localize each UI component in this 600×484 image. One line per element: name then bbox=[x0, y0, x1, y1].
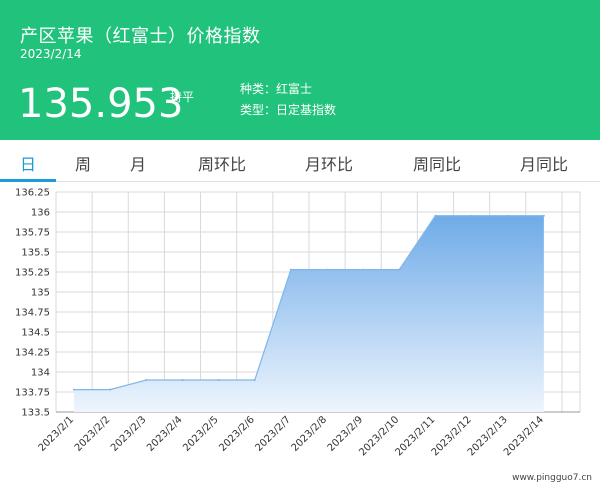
x-tick-label: 2023/2/3 bbox=[109, 414, 149, 454]
data-point bbox=[73, 388, 76, 391]
variety-label: 种类：红富士 bbox=[240, 82, 313, 96]
x-tick-label: 2023/2/7 bbox=[253, 414, 293, 454]
data-point bbox=[289, 268, 292, 271]
x-tick-label: 2023/2/6 bbox=[217, 414, 257, 454]
y-tick-label: 134.75 bbox=[15, 308, 50, 319]
header-banner: 产区苹果（红富士）价格指数 2023/2/14 135.953 持平 种类：红富… bbox=[0, 0, 600, 140]
report-date: 2023/2/14 bbox=[20, 47, 82, 61]
index-type-label: 类型：日定基指数 bbox=[240, 103, 337, 117]
data-point bbox=[470, 214, 473, 217]
y-tick-label: 135.75 bbox=[15, 228, 50, 239]
y-tick-label: 134.5 bbox=[21, 328, 50, 339]
data-point bbox=[326, 268, 329, 271]
data-point bbox=[434, 214, 437, 217]
data-point bbox=[109, 388, 112, 391]
price-value: 135.953 bbox=[18, 81, 184, 127]
data-point bbox=[253, 379, 256, 381]
data-point bbox=[362, 268, 365, 271]
tab-week-yoy[interactable]: 周同比 bbox=[413, 151, 461, 175]
tab-month-yoy[interactable]: 月同比 bbox=[520, 151, 568, 175]
data-point bbox=[181, 379, 184, 381]
y-tick-label: 133.5 bbox=[21, 408, 50, 419]
x-tick-label: 2023/2/4 bbox=[145, 414, 185, 454]
data-point bbox=[506, 214, 509, 217]
y-tick-label: 135.5 bbox=[21, 248, 50, 259]
y-axis: 136.25 136 135.75 135.5 135.25 135 134.75 134.5… bbox=[15, 188, 50, 419]
data-point bbox=[217, 379, 220, 381]
y-tick-label: 133.75 bbox=[15, 388, 50, 399]
watermark: www.pingguo7.cn bbox=[512, 473, 592, 483]
y-tick-label: 136.25 bbox=[15, 188, 50, 199]
x-tick-label: 2023/2/1 bbox=[37, 414, 77, 454]
trend-label: 持平 bbox=[170, 90, 195, 104]
y-tick-label: 135.25 bbox=[15, 268, 50, 279]
x-tick-label: 2023/2/5 bbox=[181, 414, 221, 454]
data-point bbox=[542, 214, 545, 217]
tab-month[interactable]: 月 bbox=[130, 151, 146, 175]
y-tick-label: 135 bbox=[31, 288, 50, 299]
tab-month-on-month[interactable]: 月环比 bbox=[305, 151, 353, 175]
data-point bbox=[145, 379, 148, 381]
x-axis: 2023/2/12023/2/22023/2/32023/2/42023/2/5… bbox=[37, 414, 546, 458]
x-tick-label: 2023/2/8 bbox=[290, 414, 330, 454]
data-point bbox=[398, 268, 401, 271]
period-tabs: 日 周 月 周环比 月环比 周同比 月同比 bbox=[0, 140, 600, 182]
tab-day[interactable]: 日 bbox=[20, 151, 36, 175]
y-tick-label: 136 bbox=[31, 208, 50, 219]
y-tick-label: 134.25 bbox=[15, 348, 50, 359]
y-tick-label: 134 bbox=[31, 368, 50, 379]
tab-week[interactable]: 周 bbox=[75, 151, 91, 175]
page-title: 产区苹果（红富士）价格指数 bbox=[20, 26, 261, 47]
x-tick-label: 2023/2/2 bbox=[73, 414, 113, 454]
tab-week-on-week[interactable]: 周环比 bbox=[198, 151, 246, 175]
price-area-chart: 136.25 136 135.75 135.5 135.25 135 134.75 134.5… bbox=[15, 188, 592, 484]
